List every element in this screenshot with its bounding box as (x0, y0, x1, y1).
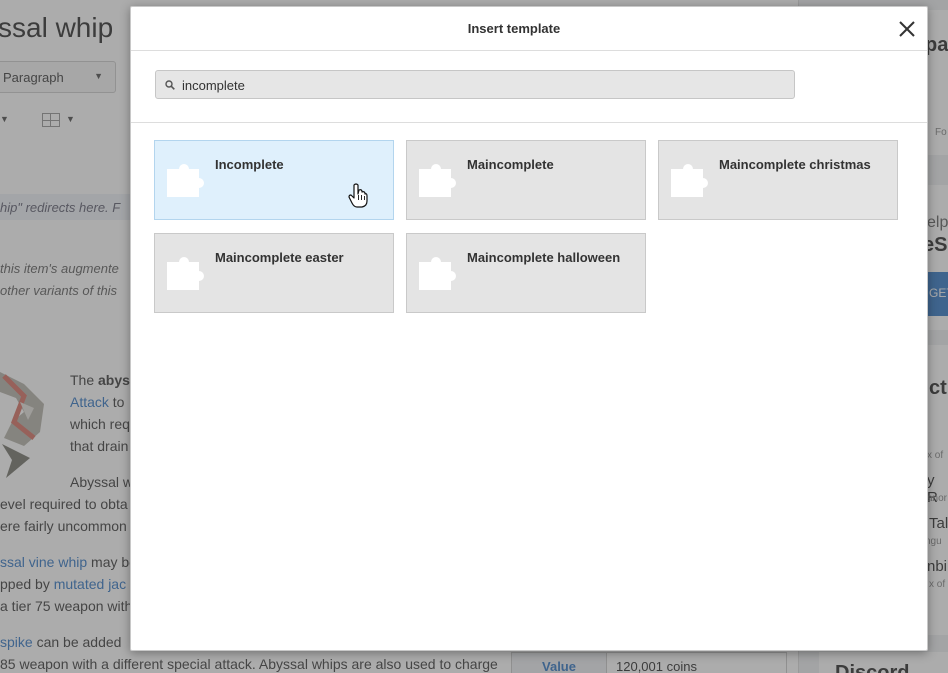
puzzle-piece-icon (419, 257, 456, 290)
template-result[interactable]: Maincomplete (406, 140, 646, 220)
dialog-title: Insert template (467, 21, 561, 36)
template-label: Maincomplete christmas (719, 157, 871, 172)
insert-template-dialog: Insert template Incomplete Maincomplete (130, 6, 928, 651)
search-area (131, 51, 927, 123)
template-label: Incomplete (215, 157, 284, 172)
template-label: Maincomplete halloween (467, 250, 621, 265)
search-icon (165, 80, 175, 90)
template-result[interactable]: Maincomplete halloween (406, 233, 646, 313)
puzzle-piece-icon (419, 164, 456, 197)
search-box[interactable] (155, 70, 795, 99)
dialog-header: Insert template (131, 7, 927, 51)
template-result[interactable]: Maincomplete easter (154, 233, 394, 313)
template-label: Maincomplete easter (215, 250, 344, 265)
hand-cursor-icon (348, 183, 368, 208)
close-icon (899, 21, 915, 37)
template-result[interactable]: Maincomplete christmas (658, 140, 898, 220)
close-button[interactable] (895, 17, 919, 41)
puzzle-piece-icon (671, 164, 708, 197)
template-label: Maincomplete (467, 157, 554, 172)
search-input[interactable] (182, 76, 782, 94)
puzzle-piece-icon (167, 164, 204, 197)
puzzle-piece-icon (167, 257, 204, 290)
